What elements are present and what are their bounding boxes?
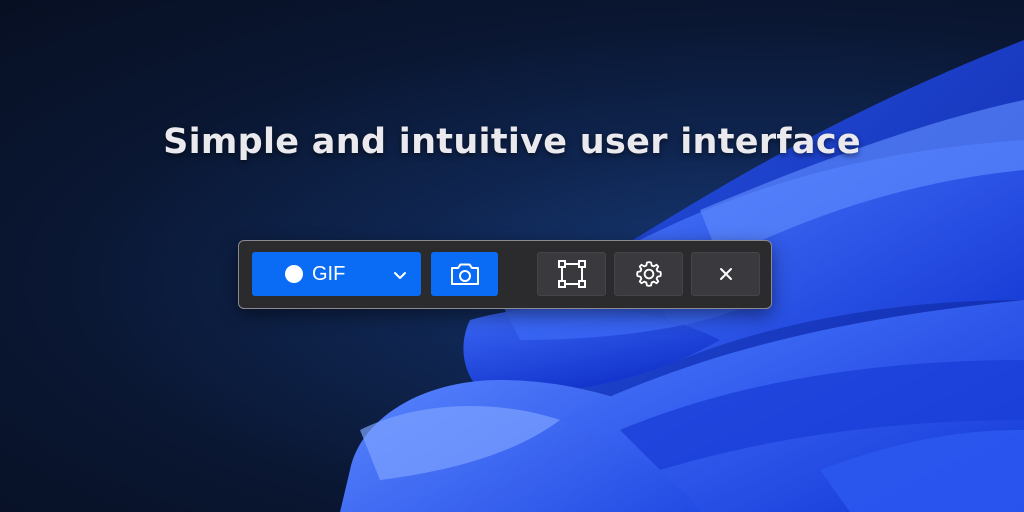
close-button[interactable] <box>691 252 760 296</box>
record-mode-label: GIF <box>312 262 346 285</box>
camera-icon <box>449 261 481 287</box>
page-headline: Simple and intuitive user interface <box>163 122 861 162</box>
record-gif-button[interactable]: GIF <box>252 252 421 296</box>
chevron-down-icon[interactable] <box>391 266 409 284</box>
crop-region-icon <box>557 259 587 289</box>
capture-toolbar: GIF <box>238 240 772 309</box>
record-dot-icon <box>285 265 303 283</box>
close-icon <box>717 265 735 283</box>
select-region-button[interactable] <box>537 252 606 296</box>
settings-button[interactable] <box>614 252 683 296</box>
gear-icon <box>634 259 664 289</box>
screenshot-button[interactable] <box>431 252 498 296</box>
